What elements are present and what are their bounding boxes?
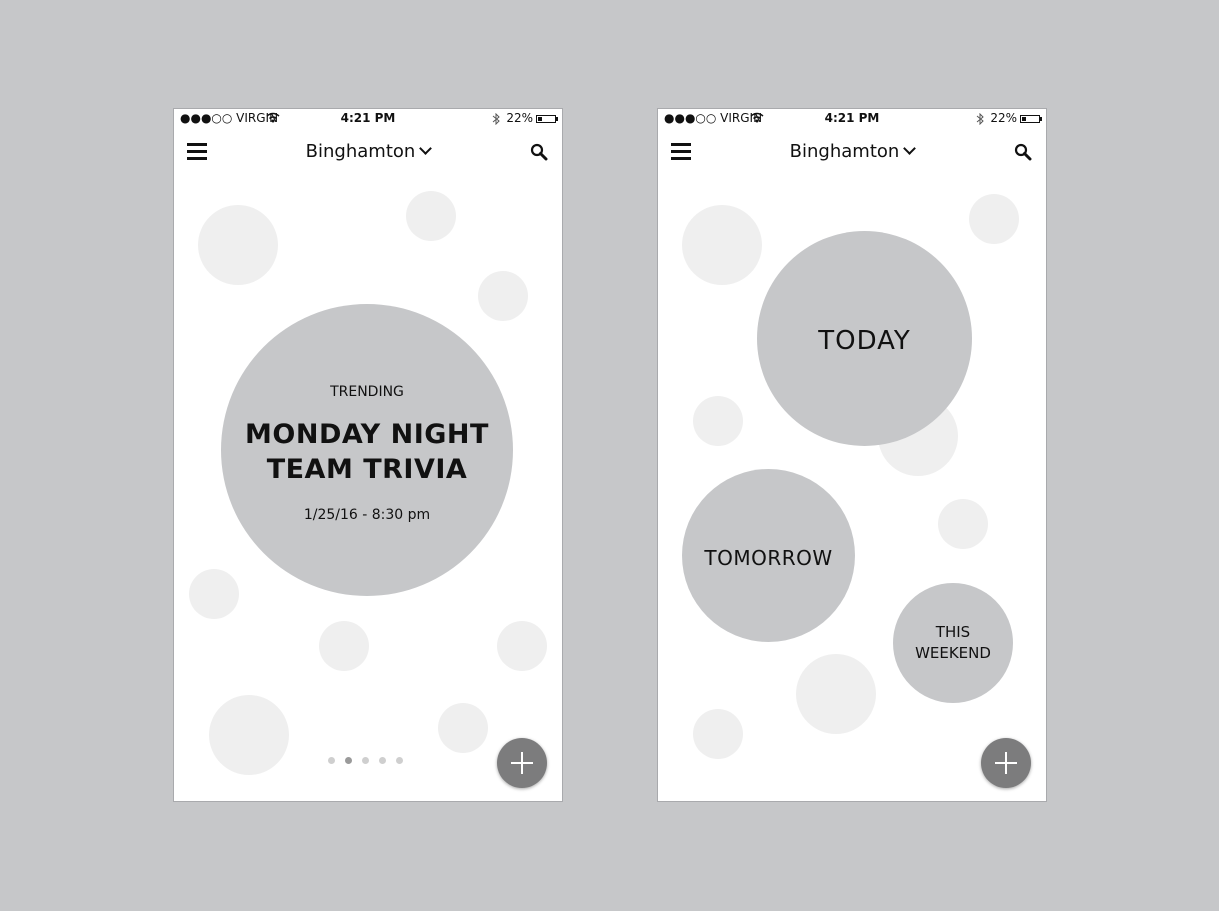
status-bar: ●●●○○ VIRGIN 4:21 PM 22% xyxy=(174,109,562,129)
event-datetime: 1/25/16 - 8:30 pm xyxy=(303,507,431,523)
chevron-down-icon xyxy=(419,142,433,155)
status-bar: ●●●○○ VIRGIN 4:21 PM 22% xyxy=(658,109,1046,129)
decorative-bubble xyxy=(478,271,528,321)
city-selector[interactable]: Binghamton xyxy=(174,141,562,162)
page-dot[interactable] xyxy=(362,757,369,764)
top-nav: Binghamton xyxy=(658,139,1046,165)
decorative-bubble xyxy=(406,191,456,241)
status-right: 22% xyxy=(976,111,1042,125)
today-label: TODAY xyxy=(818,326,911,356)
top-nav: Binghamton xyxy=(174,139,562,165)
phone-screen-timeframes: ●●●○○ VIRGIN 4:21 PM 22% Binghamton TODA… xyxy=(657,108,1047,802)
decorative-bubble xyxy=(319,621,369,671)
decorative-bubble xyxy=(189,569,239,619)
decorative-bubble xyxy=(682,205,762,285)
battery-level xyxy=(1022,116,1026,121)
battery-percent: 22% xyxy=(506,111,533,125)
bluetooth-icon xyxy=(493,112,501,125)
search-icon[interactable] xyxy=(1014,143,1032,161)
trending-event-bubble[interactable]: TRENDING MONDAY NIGHT TEAM TRIVIA 1/25/1… xyxy=(221,304,513,596)
decorative-bubble xyxy=(497,621,547,671)
decorative-bubble xyxy=(938,499,988,549)
tomorrow-bubble[interactable]: TOMORROW xyxy=(682,469,855,642)
decorative-bubble xyxy=(209,695,289,775)
event-title-line2: TEAM TRIVIA xyxy=(266,454,468,485)
phone-screen-trending: ●●●○○ VIRGIN 4:21 PM 22% Binghamton TREN… xyxy=(173,108,563,802)
city-selector[interactable]: Binghamton xyxy=(658,141,1046,162)
add-event-button[interactable] xyxy=(497,738,547,788)
chevron-down-icon xyxy=(903,142,917,155)
decorative-bubble xyxy=(969,194,1019,244)
decorative-bubble xyxy=(693,396,743,446)
battery-percent: 22% xyxy=(990,111,1017,125)
page-dot[interactable] xyxy=(328,757,335,764)
page-dot[interactable] xyxy=(396,757,403,764)
weekend-label-line2: WEEKEND xyxy=(915,644,991,662)
search-icon[interactable] xyxy=(530,143,548,161)
status-right: 22% xyxy=(492,111,558,125)
event-title-line1: MONDAY NIGHT xyxy=(245,419,489,450)
decorative-bubble xyxy=(438,703,488,753)
page-dot[interactable] xyxy=(379,757,386,764)
decorative-bubble xyxy=(796,654,876,734)
bluetooth-icon xyxy=(977,112,985,125)
trending-label: TRENDING xyxy=(330,384,404,400)
decorative-bubble xyxy=(198,205,278,285)
weekend-label-line1: THIS xyxy=(935,623,971,641)
decorative-bubble xyxy=(693,709,743,759)
this-weekend-bubble[interactable]: THIS WEEKEND xyxy=(893,583,1013,703)
city-label: Binghamton xyxy=(305,141,416,162)
city-label: Binghamton xyxy=(789,141,900,162)
today-bubble[interactable]: TODAY xyxy=(757,231,972,446)
add-event-button[interactable] xyxy=(981,738,1031,788)
battery-icon xyxy=(536,114,558,123)
battery-level xyxy=(538,116,542,121)
page-dot[interactable] xyxy=(345,757,352,764)
battery-icon xyxy=(1020,114,1042,123)
tomorrow-label: TOMORROW xyxy=(704,546,833,570)
